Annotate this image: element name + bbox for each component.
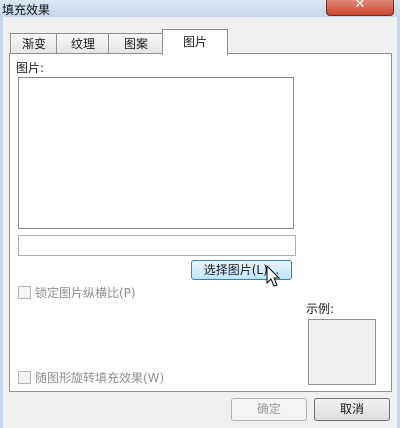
window-frame-left <box>0 17 3 428</box>
tab-label: 纹理 <box>70 37 95 51</box>
cancel-button[interactable]: 取消 <box>314 398 390 421</box>
lock-aspect-ratio-checkbox[interactable] <box>18 286 31 299</box>
mouse-pointer-icon <box>266 265 281 287</box>
tab-label: 渐变 <box>21 37 46 51</box>
rotate-with-shape-option[interactable]: 随图形旋转填充效果(W) <box>18 369 164 386</box>
lock-aspect-ratio-label: 锁定图片纵横比(P) <box>35 286 136 300</box>
ok-label: 确定 <box>256 402 281 416</box>
ok-button[interactable]: 确定 <box>231 398 307 421</box>
picture-filename-field[interactable] <box>18 235 296 256</box>
tab-label: 图案 <box>123 37 148 51</box>
tab-gradient[interactable]: 渐变 <box>10 33 58 54</box>
picture-preview <box>18 77 294 229</box>
window-title: 填充效果 <box>2 3 51 17</box>
rotate-with-shape-label: 随图形旋转填充效果(W) <box>35 371 165 385</box>
close-icon: ✕ <box>354 0 366 12</box>
rotate-with-shape-checkbox[interactable] <box>18 371 31 384</box>
picture-tab-panel: 图片: 选择图片(L)... 锁定图片纵横比(P) 示例: 随图形旋转填充效果(… <box>9 53 392 392</box>
cancel-label: 取消 <box>339 402 364 416</box>
tab-label: 图片 <box>182 35 207 49</box>
title-bar: 填充效果 ✕ <box>0 0 400 17</box>
tab-picture[interactable]: 图片 <box>162 29 228 55</box>
sample-label: 示例: <box>306 302 335 316</box>
tab-texture[interactable]: 纹理 <box>56 33 110 54</box>
picture-label: 图片: <box>16 61 45 75</box>
close-button[interactable]: ✕ <box>326 0 394 16</box>
lock-aspect-ratio-option[interactable]: 锁定图片纵横比(P) <box>18 284 136 301</box>
tab-pattern[interactable]: 图案 <box>108 33 164 54</box>
sample-preview <box>308 319 376 385</box>
